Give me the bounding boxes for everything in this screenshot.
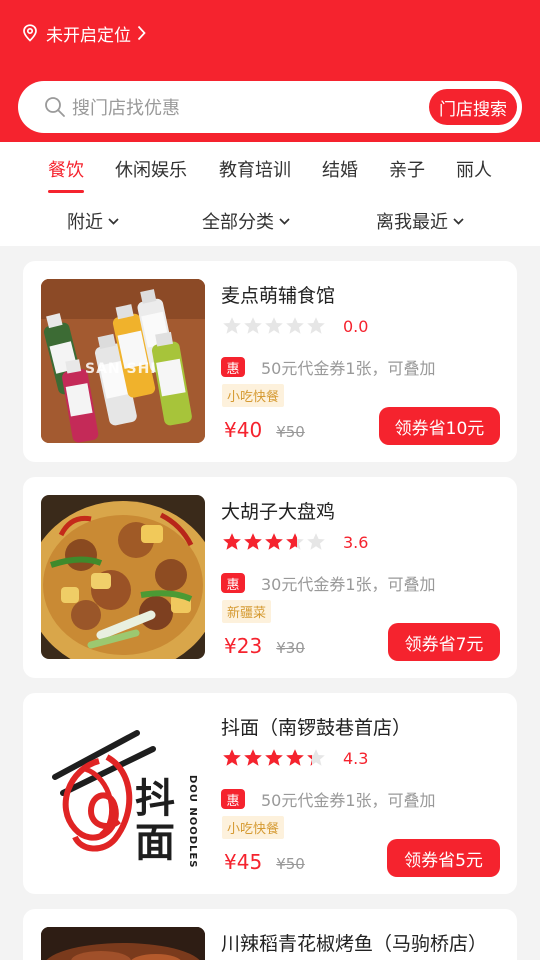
- original-price: ¥30: [276, 639, 305, 657]
- original-price: ¥50: [276, 423, 305, 441]
- tab-parenting[interactable]: 亲子: [389, 156, 425, 182]
- filter-category-label: 全部分类: [202, 212, 274, 233]
- discount-badge: 惠: [221, 789, 245, 809]
- discount-badge: 惠: [221, 573, 245, 593]
- rating-stars: 4.3: [222, 748, 368, 768]
- category-tag: 小吃快餐: [222, 384, 285, 407]
- star-icon: [286, 533, 304, 550]
- claim-coupon-button[interactable]: 领券省10元: [379, 407, 500, 445]
- chicken-dish-image: [41, 495, 205, 659]
- location-status-text: 未开启定位: [46, 25, 131, 46]
- star-icon: [244, 749, 262, 766]
- star-icon: [286, 317, 304, 334]
- filter-nearby-label: 附近: [67, 212, 103, 233]
- shop-image: [41, 495, 205, 659]
- tab-education[interactable]: 教育培训: [219, 156, 291, 182]
- promo-row: 惠 50元代金券1张，可叠加: [221, 355, 436, 379]
- shop-image: [41, 927, 205, 960]
- dou-noodles-logo: [41, 711, 205, 875]
- header-bar: 未开启定位 搜门店找优惠 门店搜索: [0, 0, 540, 142]
- promo-row: 惠 50元代金券1张，可叠加: [221, 787, 436, 811]
- star-icon: [307, 317, 325, 334]
- chevron-down-icon: [108, 217, 119, 225]
- shop-card[interactable]: 川辣稻青花椒烤鱼（马驹桥店）: [23, 909, 517, 960]
- star-icon: [244, 317, 262, 334]
- rating-stars: 0.0: [222, 316, 368, 336]
- star-icon: [307, 533, 325, 550]
- shop-image: SAN SHI: [41, 279, 205, 443]
- star-icon: [223, 749, 241, 766]
- claim-coupon-button[interactable]: 领券省5元: [387, 839, 500, 877]
- store-search-button[interactable]: 门店搜索: [429, 89, 517, 125]
- star-icon: [223, 317, 241, 334]
- filter-bar: 附近 全部分类 离我最近: [0, 194, 540, 246]
- tab-beauty[interactable]: 丽人: [456, 156, 492, 182]
- promo-text: 30元代金券1张，可叠加: [261, 575, 436, 594]
- logo-subtext: DOU NOODLES: [187, 775, 198, 869]
- star-icon: [286, 749, 304, 766]
- claim-coupon-button[interactable]: 领券省7元: [388, 623, 500, 661]
- search-input[interactable]: 搜门店找优惠: [72, 94, 180, 120]
- filter-sort[interactable]: 离我最近: [376, 208, 464, 234]
- category-tabs: 餐饮 休闲娱乐 教育培训 结婚 亲子 丽人: [0, 142, 540, 194]
- rating-score: 0.0: [343, 316, 369, 336]
- chevron-down-icon: [279, 217, 290, 225]
- chevron-right-icon: [137, 25, 146, 41]
- price-row: ¥23 ¥30: [224, 634, 305, 658]
- star-icon: [265, 317, 283, 334]
- shop-name: 大胡子大盘鸡: [221, 501, 336, 523]
- grilled-fish-image: [41, 927, 205, 960]
- shop-name: 川辣稻青花椒烤鱼（马驹桥店）: [221, 933, 488, 955]
- filter-sort-label: 离我最近: [376, 212, 448, 233]
- promo-row: 惠 30元代金券1张，可叠加: [221, 571, 436, 595]
- shop-card[interactable]: 抖面 DOU NOODLES 抖面（南锣鼓巷首店） 4.3 惠 50元代金券1张…: [23, 693, 517, 894]
- star-icon: [223, 533, 241, 550]
- search-icon: [45, 97, 65, 117]
- rating-score: 4.3: [343, 748, 369, 768]
- shop-card[interactable]: SAN SHI 麦点萌辅食馆 0.0 惠 50元代金券1张，可叠加 小吃快餐 ¥…: [23, 261, 517, 462]
- filter-nearby[interactable]: 附近: [67, 208, 119, 234]
- star-icon: [265, 749, 283, 766]
- rating-stars: 3.6: [222, 532, 368, 552]
- location-pin-icon: [23, 24, 37, 42]
- image-watermark: SAN SHI: [85, 361, 157, 377]
- category-nav: 餐饮 休闲娱乐 教育培训 结婚 亲子 丽人 附近 全部分类 离我最近: [0, 142, 540, 246]
- shop-card[interactable]: 大胡子大盘鸡 3.6 惠 30元代金券1张，可叠加 新疆菜 ¥23 ¥30 领券…: [23, 477, 517, 678]
- category-tag: 小吃快餐: [222, 816, 285, 839]
- active-tab-indicator: [48, 190, 84, 193]
- category-tag: 新疆菜: [222, 600, 272, 623]
- promo-text: 50元代金券1张，可叠加: [261, 359, 436, 378]
- current-price: ¥40: [224, 418, 263, 442]
- tab-wedding[interactable]: 结婚: [322, 156, 358, 182]
- filter-category[interactable]: 全部分类: [202, 208, 290, 234]
- tab-leisure[interactable]: 休闲娱乐: [115, 156, 187, 182]
- rating-score: 3.6: [343, 532, 369, 552]
- star-icon: [265, 533, 283, 550]
- current-price: ¥45: [224, 850, 263, 874]
- discount-badge: 惠: [221, 357, 245, 377]
- location-selector[interactable]: 未开启定位: [22, 20, 146, 46]
- promo-text: 50元代金券1张，可叠加: [261, 791, 436, 810]
- star-icon: [307, 749, 325, 766]
- current-price: ¥23: [224, 634, 263, 658]
- chevron-down-icon: [453, 217, 464, 225]
- shop-name: 抖面（南锣鼓巷首店）: [221, 717, 412, 739]
- shop-image: 抖面 DOU NOODLES: [41, 711, 205, 875]
- search-bar[interactable]: 搜门店找优惠 门店搜索: [18, 81, 522, 133]
- original-price: ¥50: [276, 855, 305, 873]
- star-icon: [244, 533, 262, 550]
- tab-dining[interactable]: 餐饮: [48, 156, 84, 182]
- price-row: ¥40 ¥50: [224, 418, 305, 442]
- price-row: ¥45 ¥50: [224, 850, 305, 874]
- logo-text: 抖面: [135, 776, 175, 866]
- shop-name: 麦点萌辅食馆: [221, 285, 336, 307]
